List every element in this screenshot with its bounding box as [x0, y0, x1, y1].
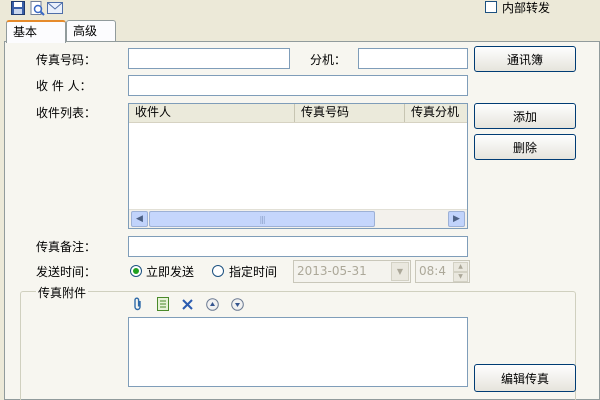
recipient-input[interactable] [128, 75, 468, 96]
attachment-list[interactable] [128, 317, 468, 387]
date-picker[interactable]: 2013-05-31 ▼ [293, 260, 411, 283]
column-header-fax-extension[interactable]: 传真分机 [405, 104, 469, 122]
remark-label: 传真备注： [36, 240, 97, 254]
fax-number-input[interactable] [128, 48, 290, 69]
attachment-label: 传真附件 [36, 284, 89, 301]
paperclip-icon[interactable] [130, 296, 146, 312]
column-header-recipient[interactable]: 收件人 [129, 104, 295, 122]
dropdown-arrow-icon[interactable]: ▼ [391, 262, 409, 281]
address-book-button[interactable]: 通讯簿 [474, 46, 576, 72]
send-time-label: 发送时间： [36, 265, 97, 279]
recipient-list-label: 收件列表： [36, 106, 97, 120]
internal-forward-checkbox[interactable] [485, 1, 497, 13]
spin-down-icon[interactable]: ▼ [453, 272, 468, 282]
table-header: 收件人 传真号码 传真分机 [129, 104, 467, 123]
delete-button[interactable]: 删除 [474, 134, 576, 160]
extension-input[interactable] [358, 48, 468, 69]
send-immediate-radio[interactable] [130, 265, 142, 277]
move-down-icon[interactable] [229, 296, 245, 312]
internal-forward-label: 内部转发 [502, 1, 551, 15]
horizontal-scrollbar[interactable]: ◀ ||| ▶ [129, 209, 467, 228]
time-picker[interactable]: 08:4 ▲ ▼ [415, 260, 470, 283]
recipient-label: 收 件 人： [36, 79, 92, 93]
extension-label: 分机： [310, 53, 347, 67]
mail-icon[interactable] [47, 0, 63, 16]
send-scheduled-radio[interactable] [212, 265, 224, 277]
scroll-thumb[interactable]: ||| [149, 211, 375, 227]
scroll-right-icon[interactable]: ▶ [448, 211, 465, 227]
move-up-icon[interactable] [204, 296, 220, 312]
add-button[interactable]: 添加 [474, 103, 576, 129]
document-icon[interactable] [155, 296, 171, 312]
tab-advanced[interactable]: 高级 [66, 20, 116, 42]
date-value: 2013-05-31 [297, 264, 367, 278]
send-immediate-label: 立即发送 [146, 265, 195, 279]
save-icon[interactable] [10, 0, 26, 16]
edit-fax-button[interactable]: 编辑传真 [474, 364, 576, 392]
column-header-fax-number[interactable]: 传真号码 [295, 104, 405, 122]
fax-number-label: 传真号码： [36, 53, 97, 67]
remark-input[interactable] [128, 236, 468, 257]
send-scheduled-label: 指定时间 [229, 265, 278, 279]
tab-basic[interactable]: 基本 [6, 20, 66, 43]
preview-icon[interactable] [29, 0, 45, 16]
delete-x-icon[interactable] [179, 296, 195, 312]
time-value: 08:4 [419, 264, 446, 278]
recipient-list-table[interactable]: 收件人 传真号码 传真分机 ◀ ||| ▶ [128, 103, 468, 229]
scroll-left-icon[interactable]: ◀ [131, 211, 148, 227]
